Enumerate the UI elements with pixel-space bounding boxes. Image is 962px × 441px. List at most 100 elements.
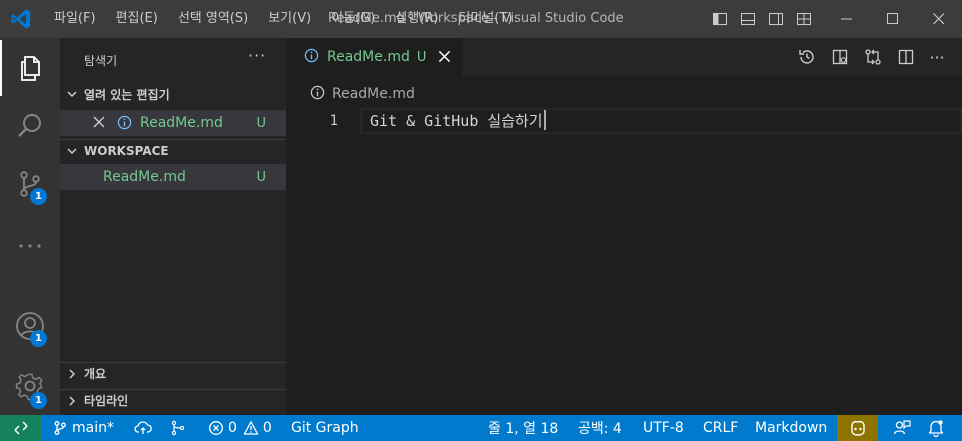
- feedback-icon: [893, 420, 911, 435]
- menu-file[interactable]: 파일(F): [44, 0, 106, 38]
- title-bar: 파일(F) 편집(E) 선택 영역(S) 보기(V) 이동(G) 실행(R) 터…: [0, 0, 962, 38]
- remote-icon: [14, 421, 28, 435]
- activity-bar: 1 1 1: [0, 38, 60, 415]
- manage-badge: 1: [30, 392, 47, 409]
- editor-more-actions-icon[interactable]: ···: [922, 48, 952, 67]
- open-editor-item[interactable]: ReadMe.md U: [60, 110, 286, 136]
- publish-button[interactable]: [134, 415, 156, 441]
- breadcrumb[interactable]: ReadMe.md: [286, 83, 415, 105]
- open-editors-header[interactable]: 열려 있는 편집기: [60, 83, 286, 105]
- eol-button[interactable]: CRLF: [703, 415, 738, 441]
- git-graph-label: Git Graph: [291, 420, 359, 436]
- maximize-button[interactable]: [870, 0, 916, 38]
- indentation-button[interactable]: 공백: 4: [578, 415, 622, 441]
- toggle-panel-button[interactable]: [734, 0, 762, 38]
- git-graph-button[interactable]: Git Graph: [291, 415, 359, 441]
- layout-sidebar-right-icon: [769, 13, 783, 25]
- menu-view[interactable]: 보기(V): [258, 0, 321, 38]
- workspace-file-item[interactable]: ReadMe.md U: [60, 164, 286, 190]
- source-control-badge: 1: [30, 188, 47, 205]
- info-icon: [304, 48, 319, 67]
- chevron-right-icon: [60, 368, 84, 380]
- feedback-button[interactable]: [893, 415, 915, 441]
- toggle-secondary-sidebar-button[interactable]: [762, 0, 790, 38]
- split-editor-icon: [898, 49, 913, 65]
- open-preview-button[interactable]: [823, 38, 856, 76]
- workspace-label: WORKSPACE: [84, 143, 169, 158]
- info-icon: [117, 115, 132, 134]
- activity-manage[interactable]: 1: [0, 358, 60, 414]
- info-icon: [310, 85, 325, 104]
- status-bar: main* 0 0 Git Graph 줄 1, 열 18 공백: 4 UTF-…: [0, 415, 962, 441]
- ellipsis-icon: [19, 244, 41, 248]
- language-mode-button[interactable]: Markdown: [755, 415, 827, 441]
- minimize-button[interactable]: [824, 0, 870, 38]
- line-number: 1: [329, 113, 338, 129]
- toggle-primary-sidebar-button[interactable]: [706, 0, 734, 38]
- activity-accounts[interactable]: 1: [0, 298, 60, 354]
- activity-explorer[interactable]: [0, 40, 60, 96]
- git-compare-button[interactable]: [856, 38, 889, 76]
- tab-readme[interactable]: ReadMe.md U: [286, 38, 462, 76]
- workspace-header[interactable]: WORKSPACE: [60, 139, 286, 161]
- bell-icon: [928, 420, 944, 437]
- git-branch-icon: [54, 421, 66, 435]
- close-editor-icon[interactable]: [92, 115, 106, 133]
- chevron-right-icon: [60, 395, 84, 407]
- copilot-button[interactable]: [837, 415, 878, 441]
- layout-grid-icon: [797, 13, 811, 25]
- cloud-upload-icon: [134, 421, 152, 434]
- git-graph-icon: [171, 420, 185, 436]
- layout-sidebar-left-icon: [713, 13, 727, 25]
- problems-button[interactable]: 0 0: [208, 415, 272, 441]
- split-editor-button[interactable]: [889, 38, 922, 76]
- warning-icon: [243, 421, 259, 435]
- error-count: 0: [228, 420, 237, 436]
- chevron-down-icon: [60, 88, 84, 100]
- tab-status: U: [416, 49, 427, 65]
- close-tab-icon[interactable]: [438, 48, 451, 67]
- search-icon: [18, 114, 41, 137]
- encoding-button[interactable]: UTF-8: [643, 415, 684, 441]
- window-title: ReadMe.md - Workspace - Visual Studio Co…: [328, 11, 624, 26]
- open-changes-button[interactable]: [790, 38, 823, 76]
- outline-label: 개요: [84, 367, 107, 381]
- explorer-more-button[interactable]: ···: [248, 46, 266, 65]
- menu-selection[interactable]: 선택 영역(S): [168, 0, 258, 38]
- tab-label: ReadMe.md: [327, 49, 410, 65]
- notifications-button[interactable]: [928, 415, 948, 441]
- timeline-header[interactable]: 타임라인: [60, 389, 286, 411]
- customize-layout-button[interactable]: [790, 0, 818, 38]
- branch-name: main*: [72, 420, 114, 436]
- branch-button[interactable]: main*: [52, 415, 114, 441]
- files-icon: [21, 56, 40, 81]
- editor-area[interactable]: 1 Git & GitHub 실습하기: [286, 105, 962, 415]
- activity-search[interactable]: [0, 98, 60, 154]
- text-cursor: [543, 110, 546, 130]
- git-compare-icon: [864, 49, 881, 65]
- workspace-filename: ReadMe.md: [103, 169, 186, 185]
- activity-more[interactable]: [0, 218, 60, 274]
- code-line-text: Git & GitHub 실습하기: [370, 112, 543, 130]
- menu-edit[interactable]: 편집(E): [106, 0, 168, 38]
- preview-icon: [832, 49, 847, 65]
- editor-tab-bar: ReadMe.md U ···: [286, 38, 962, 76]
- history-icon: [798, 50, 814, 64]
- maximize-icon: [887, 13, 898, 24]
- end-of-line: CRLF: [703, 420, 739, 436]
- vscode-logo-icon[interactable]: [10, 8, 32, 30]
- activity-source-control[interactable]: 1: [0, 156, 60, 212]
- cursor-position-button[interactable]: 줄 1, 열 18: [488, 415, 558, 441]
- code-line[interactable]: Git & GitHub 실습하기: [370, 108, 546, 134]
- close-window-button[interactable]: [916, 0, 962, 38]
- remote-indicator-button[interactable]: [0, 415, 42, 441]
- explorer-title: 탐색기: [84, 54, 118, 68]
- outline-header[interactable]: 개요: [60, 362, 286, 384]
- chevron-down-icon: [60, 145, 84, 157]
- git-graph-icon-button[interactable]: [170, 415, 190, 441]
- minimize-icon: [841, 18, 852, 20]
- error-icon: [209, 421, 223, 435]
- breadcrumb-file[interactable]: ReadMe.md: [332, 86, 415, 102]
- indentation: 공백: 4: [578, 421, 622, 437]
- language-mode: Markdown: [755, 420, 828, 436]
